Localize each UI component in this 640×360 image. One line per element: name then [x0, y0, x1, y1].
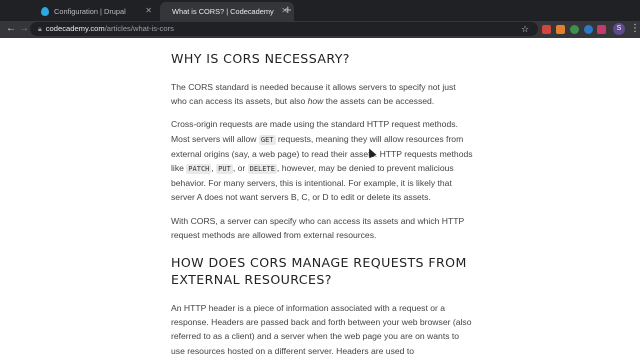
lock-icon: 🔒︎ [38, 26, 42, 33]
browser-toolbar: ← → 🔒︎ codecademy.com/articles/what-is-co… [0, 21, 640, 38]
url-domain: codecademy.com [45, 24, 105, 33]
inline-code: PUT [216, 164, 233, 175]
tab-drupal[interactable]: Configuration | Drupal ✕ [28, 2, 158, 21]
section-heading: HOW DOES CORS MANAGE REQUESTS FROM EXTER… [171, 255, 467, 288]
extension-icon[interactable] [597, 25, 606, 34]
extension-icon[interactable] [556, 25, 565, 34]
new-tab-icon[interactable]: + [284, 3, 292, 17]
avatar[interactable]: S [613, 23, 625, 35]
section-heading: WHY IS CORS NECESSARY? [171, 51, 350, 66]
inline-code: DELETE [247, 164, 277, 175]
paragraph: Cross-origin requests are made using the… [171, 117, 473, 204]
address-bar[interactable]: 🔒︎ codecademy.com/articles/what-is-cors [30, 22, 538, 36]
tab-title: What is CORS? | Codecademy [172, 7, 274, 16]
forward-icon[interactable]: → [19, 22, 29, 36]
article-body: WHY IS CORS NECESSARY? The CORS standard… [171, 38, 473, 358]
paragraph: An HTTP header is a piece of information… [171, 303, 472, 356]
star-icon[interactable]: ☆ [521, 23, 529, 35]
paragraph: The CORS standard is needed because it a… [171, 80, 473, 108]
extension-icon[interactable] [570, 25, 579, 34]
text: , or [232, 163, 248, 174]
inline-code: PATCH [186, 164, 212, 175]
extension-icon[interactable] [584, 25, 593, 34]
tab-title: Configuration | Drupal [54, 7, 126, 16]
emphasis: how [307, 96, 324, 107]
close-icon[interactable]: ✕ [145, 6, 152, 16]
extension-icon[interactable] [542, 25, 551, 34]
paragraph: With CORS, a server can specify who can … [171, 215, 465, 240]
url-path: /articles/what-is-cors [104, 24, 174, 33]
back-icon[interactable]: ← [6, 22, 16, 36]
tab-strip: Configuration | Drupal ✕ What is CORS? |… [0, 0, 640, 21]
text: the assets can be accessed. [323, 96, 435, 107]
drupal-icon [41, 7, 49, 16]
inline-code: GET [258, 134, 276, 145]
tab-codecademy[interactable]: What is CORS? | Codecademy ✕ [160, 2, 294, 21]
menu-icon[interactable]: ⋮ [630, 22, 640, 36]
